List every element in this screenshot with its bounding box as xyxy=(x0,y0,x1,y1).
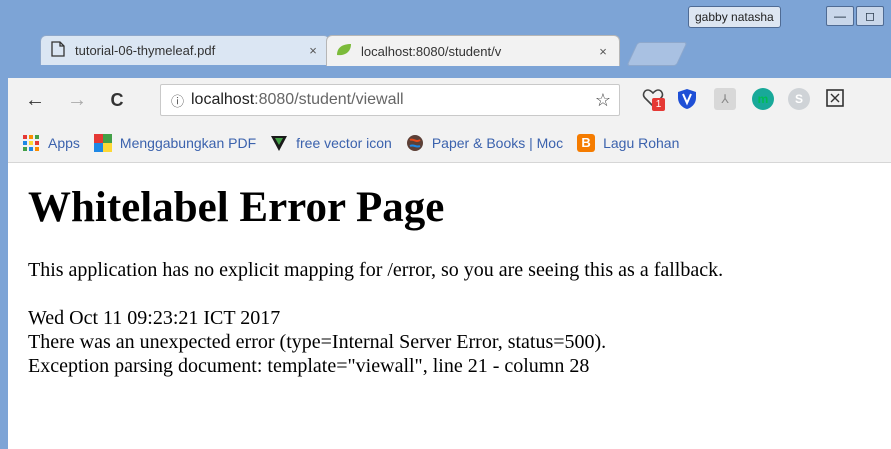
tab-title: localhost:8080/student/v xyxy=(361,43,502,59)
tab-localhost[interactable]: localhost:8080/student/v × xyxy=(326,35,620,66)
spring-leaf-icon xyxy=(335,43,353,60)
info-icon[interactable]: ⓘ xyxy=(171,91,191,110)
close-icon[interactable]: × xyxy=(305,43,321,58)
shield-icon[interactable] xyxy=(676,88,698,110)
close-icon[interactable]: × xyxy=(595,44,611,59)
forward-button[interactable]: → xyxy=(62,89,92,112)
bookmark-paper-books[interactable]: Paper & Books | Moc xyxy=(406,134,563,152)
page-title: Whitelabel Error Page xyxy=(28,184,445,231)
url-path: :8080/student/viewall xyxy=(254,91,404,108)
screenshot-extension-icon[interactable] xyxy=(824,88,846,110)
minimize-button[interactable]: — xyxy=(826,6,854,26)
profile-button[interactable]: gabby natasha xyxy=(688,6,781,28)
bookmark-apps[interactable]: Apps xyxy=(22,134,80,152)
bookmark-label: Apps xyxy=(48,134,80,151)
bookmarks-bar: Apps Menggabungkan PDF free vector icon … xyxy=(8,123,891,163)
apps-grid-icon xyxy=(22,134,40,152)
bookmark-free-vector-icon[interactable]: free vector icon xyxy=(270,134,392,152)
address-bar[interactable]: ⓘ localhost:8080/student/viewall ☆ xyxy=(160,84,620,116)
window-left-edge xyxy=(0,0,8,449)
tab-title: tutorial-06-thymeleaf.pdf xyxy=(75,43,216,58)
url-host: localhost xyxy=(191,91,255,108)
pdf-extension-icon[interactable]: ⅄ xyxy=(714,88,736,110)
bookmark-label: Paper & Books | Moc xyxy=(431,134,564,151)
blogger-icon: B xyxy=(577,133,596,152)
exception-text: Exception parsing document: template="vi… xyxy=(28,355,590,377)
toolbar: ← → C ⓘ localhost:8080/student/viewall ☆… xyxy=(8,78,891,123)
bookmark-lagu-rohani[interactable]: B Lagu Rohan xyxy=(577,133,680,152)
colorful-square-icon xyxy=(93,133,112,152)
error-timestamp: Wed Oct 11 09:23:21 ICT 2017 xyxy=(28,307,281,329)
tab-pdf[interactable]: tutorial-06-thymeleaf.pdf × xyxy=(40,35,330,65)
reload-button[interactable]: C xyxy=(102,90,132,111)
document-icon xyxy=(49,41,67,60)
bookmark-label: Menggabungkan PDF xyxy=(119,134,257,151)
maximize-button[interactable]: ◻ xyxy=(856,6,884,26)
m-extension-icon[interactable]: m xyxy=(752,88,774,110)
intro-text: This application has no explicit mapping… xyxy=(28,259,724,281)
error-type-text: There was an unexpected error (type=Inte… xyxy=(28,331,607,353)
page-content: Whitelabel Error Page This application h… xyxy=(28,163,888,378)
badge-count: 1 xyxy=(652,98,665,111)
back-button[interactable]: ← xyxy=(20,89,50,112)
bookmark-menggabungkan-pdf[interactable]: Menggabungkan PDF xyxy=(93,133,257,152)
bookmark-label: free vector icon xyxy=(296,134,392,151)
window-controls: — ◻ xyxy=(826,6,886,26)
bookmark-star-icon[interactable]: ☆ xyxy=(595,90,611,111)
bookmark-label: Lagu Rohan xyxy=(603,134,680,151)
vector-v-icon xyxy=(270,134,288,152)
globe-icon xyxy=(406,134,424,152)
heart-extension-icon[interactable]: 1 xyxy=(640,88,666,111)
s-extension-icon[interactable]: S xyxy=(788,88,810,110)
